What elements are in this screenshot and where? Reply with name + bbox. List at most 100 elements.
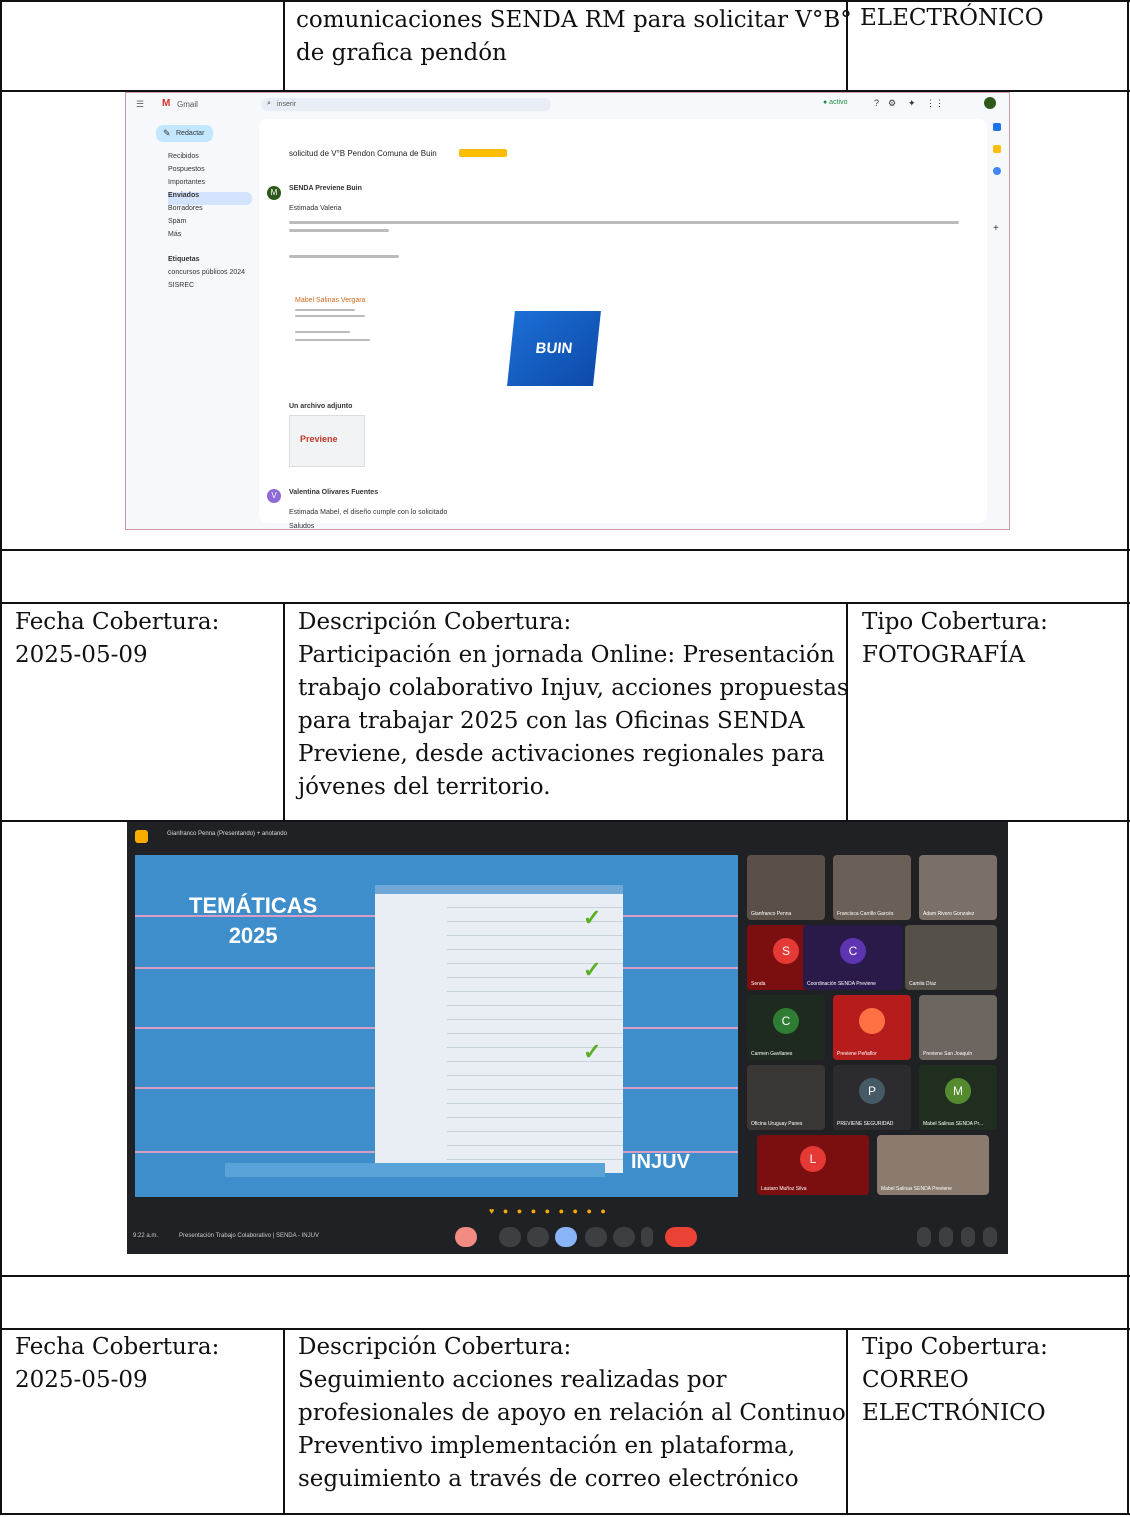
coverage-type-continued: ELECTRÓNICO — [860, 5, 1044, 31]
coverage-description-line: seguimiento a través de correo electróni… — [298, 1466, 799, 1492]
mic-off-button[interactable] — [455, 1227, 477, 1247]
coverage-description-continued: comunicaciones SENDA RM para solicitar V… — [296, 7, 852, 66]
coverage-description-line: Participación en jornada Online: Present… — [298, 642, 835, 668]
column-divider — [283, 0, 285, 90]
activities-icon[interactable] — [983, 1227, 997, 1247]
coverage-description-label: Descripción Cobertura: — [298, 609, 572, 635]
table-divider — [0, 1275, 1130, 1277]
sidebar-item-important[interactable]: Importantes — [168, 179, 252, 192]
chat-icon[interactable] — [961, 1227, 975, 1247]
checkmark-icon: ✓ — [583, 905, 602, 930]
signature-name: Mabel Salinas Vergara — [295, 297, 366, 304]
coverage-date-label: Fecha Cobertura: — [15, 1334, 220, 1360]
sidebar-item-more[interactable]: Más — [168, 231, 252, 244]
checkmark-icon: ✓ — [583, 957, 602, 982]
coverage-description-line: para trabajar 2025 con las Oficinas SEND… — [298, 708, 805, 734]
search-input[interactable]: ⌕ inserir — [261, 98, 551, 111]
participant-tile[interactable]: M Mabel Salinas SENDA Pr... — [919, 1065, 997, 1130]
sender-avatar: V — [267, 489, 281, 503]
coverage-type-value: CORREO — [862, 1367, 969, 1393]
slide-table: ✓ ✓ ✓ — [375, 885, 623, 1173]
coverage-date-value: 2025-05-09 — [15, 1367, 148, 1393]
gmail-logo-icon: M — [162, 98, 171, 109]
presentation-slide: TEMÁTICAS 2025 ✓ ✓ ✓ INJUV — [135, 855, 738, 1197]
message-body: Estimada Mabel, el diseño cumple con lo … — [289, 509, 448, 516]
participant-tile[interactable]: Adam Rivero Gonzalez — [919, 855, 997, 920]
table-divider — [0, 1328, 1130, 1330]
message-sender: Valentina Olivares Fuentes — [289, 489, 379, 496]
apps-grid-icon[interactable]: ⋮⋮ — [926, 98, 944, 109]
slide-title: TEMÁTICAS 2025 — [189, 893, 318, 948]
gmail-app-name: Gmail — [177, 100, 198, 109]
sidebar-item-spam[interactable]: Spam — [168, 218, 252, 231]
email-subject: solicitud de V°B Pendon Comuna de Buin — [289, 149, 437, 158]
reactions-button[interactable] — [585, 1227, 607, 1247]
participant-tile[interactable]: Previene Peñaflor — [833, 995, 911, 1060]
message-sender: SENDA Previene Buin — [289, 185, 362, 192]
gmail-topbar: ☰ M Gmail ⌕ inserir ● activo ? ⚙ ✦ ⋮⋮ — [126, 93, 1009, 115]
table-divider — [0, 549, 1130, 551]
search-icon: ⌕ — [267, 100, 271, 107]
sender-avatar: M — [267, 186, 281, 200]
sidebar-item-sent[interactable]: Enviados — [168, 192, 252, 205]
participant-tile[interactable]: Camila Díaz — [905, 925, 997, 990]
people-icon[interactable] — [939, 1227, 953, 1247]
table-divider — [0, 602, 1130, 604]
keep-icon[interactable] — [993, 145, 1001, 153]
coverage-date-cell: Fecha Cobertura: 2025-05-09 — [15, 606, 219, 672]
coverage-description-line: profesionales de apoyo en relación al Co… — [298, 1400, 846, 1426]
menu-icon[interactable]: ☰ — [136, 99, 144, 110]
participant-tile[interactable]: Gianfranco Penna — [747, 855, 825, 920]
end-call-button[interactable] — [665, 1227, 697, 1247]
status-active-badge[interactable]: ● activo — [823, 99, 847, 106]
coverage-description-line: trabajo colaborativo Injuv, acciones pro… — [298, 675, 849, 701]
captions-button[interactable] — [527, 1227, 549, 1247]
participant-tile[interactable]: Oficina Uruguay Panes — [747, 1065, 825, 1130]
participant-tile[interactable]: Francisca Carrillo Garcés — [833, 855, 911, 920]
column-divider — [846, 1328, 848, 1514]
injuv-logo: INJUV — [631, 1151, 690, 1173]
participant-tile[interactable]: C Carmen Gavilanes — [747, 995, 825, 1060]
coverage-date-value: 2025-05-09 — [15, 642, 148, 668]
gmail-screenshot: ☰ M Gmail ⌕ inserir ● activo ? ⚙ ✦ ⋮⋮ ✎ … — [125, 92, 1010, 530]
sidebar-item-snoozed[interactable]: Pospuestos — [168, 166, 252, 179]
coverage-description-cell: Descripción Cobertura: Seguimiento accio… — [298, 1331, 846, 1496]
coverage-description-cell: Descripción Cobertura: Participación en … — [298, 606, 849, 804]
raise-hand-button[interactable] — [613, 1227, 635, 1247]
more-options-button[interactable] — [641, 1227, 653, 1247]
coverage-type-cell: Tipo Cobertura: CORREO ELECTRÓNICO — [862, 1331, 1048, 1430]
label-tag — [459, 149, 507, 157]
participant-tile[interactable]: Previene San Joaquín — [919, 995, 997, 1060]
coverage-type-label: Tipo Cobertura: — [862, 609, 1048, 635]
label-item[interactable]: SISREC — [168, 282, 252, 295]
participant-tile[interactable]: P PREVIENE SEGURIDAD — [833, 1065, 911, 1130]
table-border-left — [0, 0, 2, 1515]
meet-logo-icon — [135, 830, 148, 843]
participant-tile[interactable]: L Lautaro Muñoz Silva — [757, 1135, 869, 1195]
coverage-description-label: Descripción Cobertura: — [298, 1334, 572, 1360]
compose-button[interactable]: ✎ Redactar — [156, 125, 213, 142]
sidebar-nav: Recibidos Pospuestos Importantes Enviado… — [168, 153, 252, 295]
tasks-icon[interactable] — [993, 167, 1001, 175]
participant-tile[interactable]: C Coordinación SENDA Previene — [803, 925, 903, 990]
side-panel: + — [988, 115, 1009, 529]
gear-icon[interactable]: ⚙ — [888, 98, 896, 109]
column-divider — [283, 1328, 285, 1514]
present-button[interactable] — [555, 1227, 577, 1247]
presenter-bar: Gianfranco Penna (Presentando) + anotand… — [167, 831, 287, 837]
participant-tile[interactable]: Mabel Salinas SENDA Previene — [877, 1135, 989, 1195]
sidebar-item-drafts[interactable]: Borradores — [168, 205, 252, 218]
coverage-description-line: Preventivo implementación en plataforma, — [298, 1433, 796, 1459]
help-icon[interactable]: ? — [874, 98, 879, 108]
coverage-type-value: FOTOGRAFÍA — [862, 642, 1025, 668]
label-item[interactable]: concursos públicos 2024 — [168, 269, 252, 282]
attachment-thumbnail[interactable]: Previene — [289, 415, 365, 467]
add-icon[interactable]: + — [993, 223, 999, 234]
sidebar-item-inbox[interactable]: Recibidos — [168, 153, 252, 166]
calendar-icon[interactable] — [993, 123, 1001, 131]
gemini-icon[interactable]: ✦ — [908, 98, 916, 109]
avatar[interactable] — [984, 97, 996, 109]
camera-button[interactable] — [499, 1227, 521, 1247]
reactions-bar[interactable]: ♥ ● ● ● ● ● ● ● ● — [489, 1206, 609, 1216]
info-icon[interactable] — [917, 1227, 931, 1247]
